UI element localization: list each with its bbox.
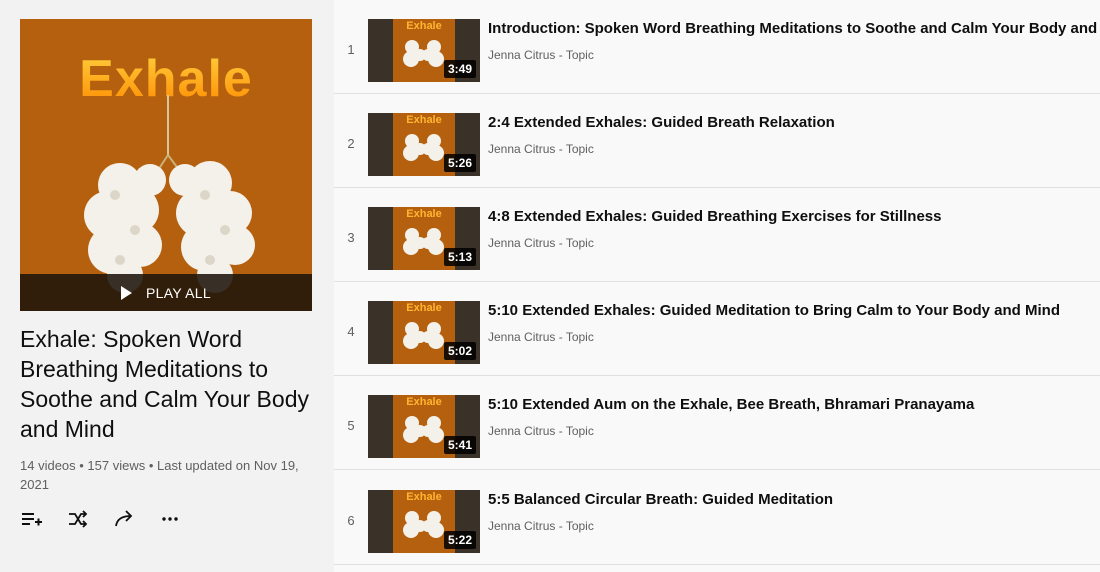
video-title[interactable]: 2:4 Extended Exhales: Guided Breath Rela… [488, 114, 1098, 131]
more-icon [162, 517, 178, 521]
flower-icon [403, 134, 444, 161]
share-icon [115, 510, 133, 527]
flower-icon [403, 228, 444, 255]
flower-icon [403, 416, 444, 443]
play-all-button[interactable]: PLAY ALL [20, 274, 312, 311]
video-channel[interactable]: Jenna Citrus - Topic [488, 48, 594, 62]
video-thumbnail[interactable]: Exhale 5:02 [368, 301, 480, 364]
thumbnail-title: Exhale [406, 208, 442, 220]
playlist-sidebar: Exhale PLAY ALL Exhale: Spoken Word Brea [0, 0, 334, 572]
video-channel[interactable]: Jenna Citrus - Topic [488, 142, 594, 156]
thumbnail-title: Exhale [406, 302, 442, 314]
video-thumbnail[interactable]: Exhale 5:13 [368, 207, 480, 270]
shuffle-button[interactable] [66, 506, 90, 532]
flower-icon [403, 40, 444, 67]
video-index: 2 [347, 136, 355, 151]
video-duration: 3:49 [443, 60, 476, 78]
flower-lungs-image [84, 95, 255, 293]
share-button[interactable] [112, 506, 136, 532]
video-row[interactable]: 2 Exhale 5:26 2:4 Extended Exhales: Guid… [334, 94, 1100, 188]
video-duration: 5:13 [443, 248, 476, 266]
playlist-actions [20, 506, 182, 532]
flower-icon [403, 322, 444, 349]
video-row[interactable]: 1 Exhale 3:49 Introduction: Spoken Word … [334, 0, 1100, 94]
video-channel[interactable]: Jenna Citrus - Topic [488, 519, 594, 533]
video-row[interactable]: 5 Exhale 5:41 5:10 Extended Aum on the E… [334, 376, 1100, 470]
video-duration: 5:41 [443, 436, 476, 454]
playlist-title: Exhale: Spoken Word Breathing Meditation… [20, 326, 309, 442]
video-title[interactable]: 5:10 Extended Aum on the Exhale, Bee Bre… [488, 396, 1098, 413]
video-index: 4 [347, 324, 355, 339]
video-duration: 5:22 [443, 531, 476, 549]
video-title[interactable]: 5:10 Extended Exhales: Guided Meditation… [488, 302, 1098, 319]
video-thumbnail[interactable]: Exhale 3:49 [368, 19, 480, 82]
video-index: 6 [347, 513, 355, 528]
thumbnail-title: Exhale [406, 491, 442, 503]
video-thumbnail[interactable]: Exhale 5:26 [368, 113, 480, 176]
video-row[interactable]: 6 Exhale 5:22 5:5 Balanced Circular Brea… [334, 471, 1100, 565]
thumbnail-title: Exhale [406, 20, 442, 32]
video-thumbnail[interactable]: Exhale 5:41 [368, 395, 480, 458]
flower-icon [403, 511, 444, 538]
video-thumbnail[interactable]: Exhale 5:22 [368, 490, 480, 553]
thumbnail-title: Exhale [406, 396, 442, 408]
playlist-cover[interactable]: Exhale PLAY ALL [20, 19, 312, 311]
video-channel[interactable]: Jenna Citrus - Topic [488, 236, 594, 250]
play-icon [121, 285, 133, 300]
video-title[interactable]: Introduction: Spoken Word Breathing Medi… [488, 20, 1098, 37]
more-button[interactable] [158, 506, 182, 532]
video-row[interactable]: 4 Exhale 5:02 5:10 Extended Exhales: Gui… [334, 282, 1100, 376]
video-title[interactable]: 5:5 Balanced Circular Breath: Guided Med… [488, 491, 1098, 508]
video-index: 1 [347, 42, 355, 57]
video-duration: 5:26 [443, 154, 476, 172]
video-duration: 5:02 [443, 342, 476, 360]
video-title[interactable]: 4:8 Extended Exhales: Guided Breathing E… [488, 208, 1098, 225]
add-to-queue-button[interactable] [20, 506, 44, 532]
video-index: 5 [347, 418, 355, 433]
shuffle-icon [69, 510, 88, 528]
thumbnail-title: Exhale [406, 114, 442, 126]
video-channel[interactable]: Jenna Citrus - Topic [488, 330, 594, 344]
video-row[interactable]: 3 Exhale 5:13 4:8 Extended Exhales: Guid… [334, 188, 1100, 282]
play-all-label: PLAY ALL [146, 284, 211, 301]
video-channel[interactable]: Jenna Citrus - Topic [488, 424, 594, 438]
video-index: 3 [347, 230, 355, 245]
playlist-meta: 14 videos • 157 views • Last updated on … [20, 458, 299, 492]
video-list: 1 Exhale 3:49 Introduction: Spoken Word … [334, 0, 1100, 572]
add-to-queue-icon [22, 513, 42, 526]
